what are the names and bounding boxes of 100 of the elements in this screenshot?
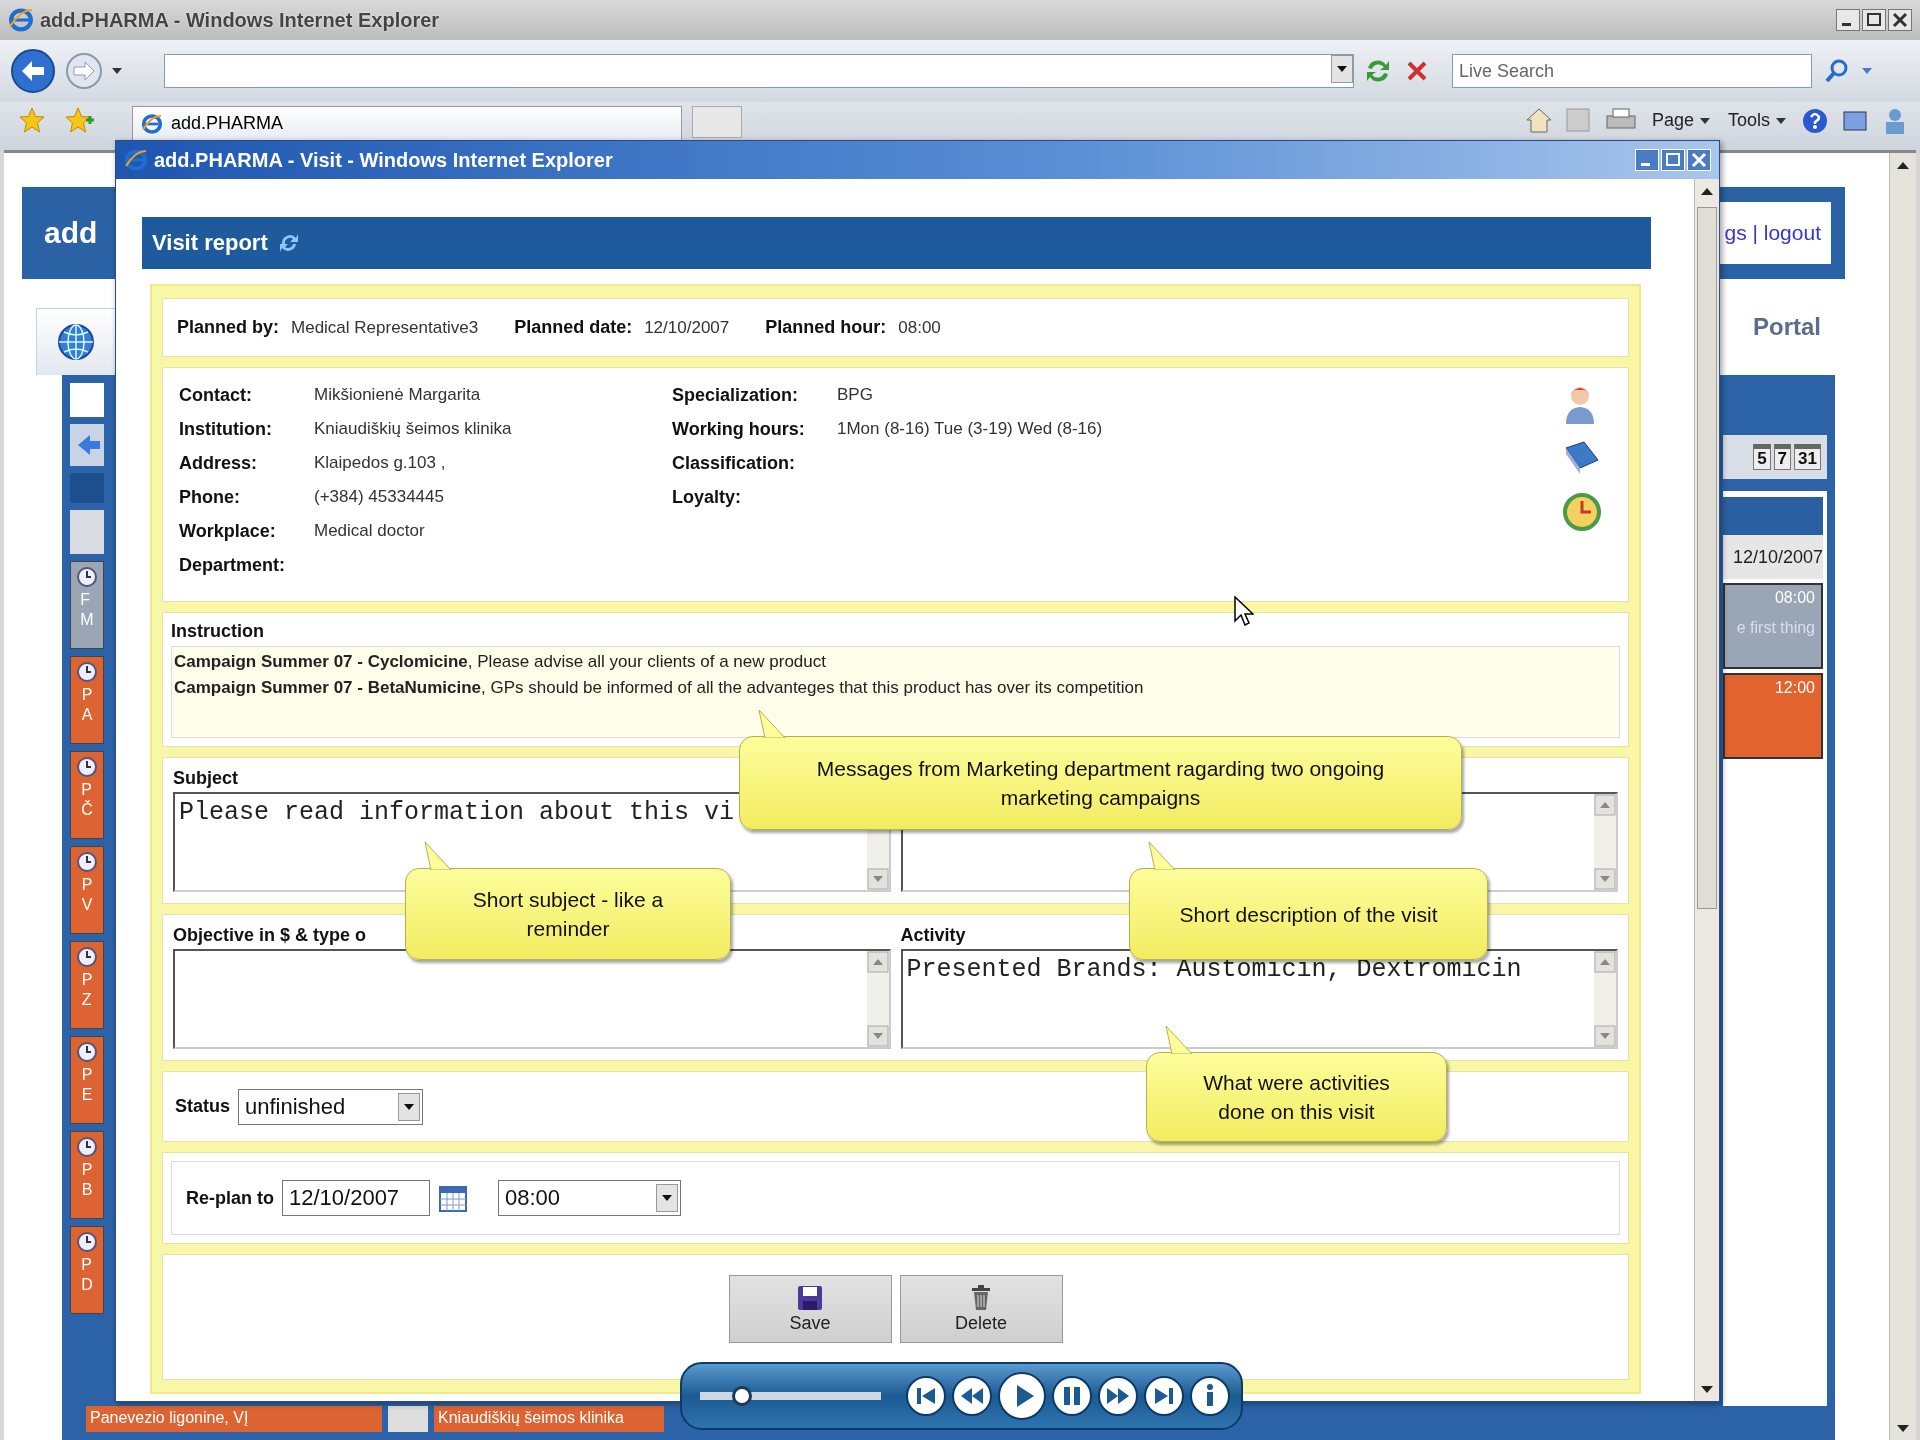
field-label: Specialization: (672, 384, 800, 406)
scrollbar[interactable] (1594, 951, 1616, 1047)
field-label: Loyalty: (672, 486, 742, 508)
visit-entry[interactable]: P Č (70, 751, 104, 839)
field-label: Status (175, 1096, 230, 1117)
rewind-icon[interactable] (951, 1375, 993, 1417)
activity-field[interactable]: Presented Brands: Austomicin, Dextromicin (900, 949, 1618, 1049)
objective-field[interactable] (173, 949, 891, 1049)
visit-entry[interactable]: P D (70, 1226, 104, 1314)
browser-tab[interactable]: add.PHARMA (132, 106, 682, 140)
close-button[interactable] (1888, 9, 1912, 31)
callout-pointer (757, 710, 787, 738)
field-label: Contact: (179, 384, 253, 406)
input-field[interactable] (70, 383, 104, 417)
field-label: Planned hour: (765, 317, 887, 338)
field-label: Re-plan to (186, 1187, 274, 1209)
field-label: Institution: (179, 418, 273, 440)
field-label: Working hours: (672, 418, 806, 440)
back-arrow-icon[interactable] (76, 433, 100, 457)
slider-thumb[interactable] (732, 1386, 753, 1406)
column-header (70, 510, 104, 554)
scroll-thumb[interactable] (1697, 207, 1717, 909)
clock-icon[interactable] (1562, 492, 1602, 532)
field-label: Phone: (179, 486, 241, 508)
visit-entry[interactable]: Kniaudiškių šeimos klinika (434, 1406, 664, 1432)
fast-forward-icon[interactable] (1097, 1375, 1139, 1417)
callout-pointer (1147, 842, 1177, 870)
clock-icon (76, 1136, 98, 1158)
favorites-star-icon[interactable] (18, 106, 46, 134)
status-dropdown[interactable]: unfinished (238, 1088, 423, 1125)
pause-icon[interactable] (1051, 1375, 1093, 1417)
field-value: 08:00 (898, 317, 941, 338)
clock-icon (76, 946, 98, 968)
instruction-text: Campaign Summer 07 - BetaNumicine, GPs should be informed of all the advanteges that this product has over its competition (174, 677, 1145, 699)
field-label: Department: (179, 554, 286, 576)
field-label: Activity (900, 924, 966, 946)
visit-entry[interactable]: Panevezio ligonine, VĮ (86, 1406, 382, 1432)
browser-logo-icon (124, 148, 148, 172)
clock-icon (76, 661, 98, 683)
portal-title: Portal (1753, 313, 1821, 341)
callout-tooltip: What were activities done on this visit (1146, 1026, 1447, 1142)
field-value: Medical Representative3 (291, 317, 479, 338)
field-value: BPG (837, 384, 874, 406)
caret-icon (1699, 117, 1710, 124)
menu-button[interactable]: Tools (1723, 106, 1790, 135)
clock-icon (76, 1041, 98, 1063)
trash-icon (970, 1284, 992, 1311)
menu-button[interactable]: Page (1647, 106, 1714, 135)
calendar-button[interactable]: 5 (1753, 444, 1771, 470)
back-button[interactable] (10, 48, 56, 94)
maximize-button[interactable] (1862, 9, 1886, 31)
scrollbar[interactable] (1594, 794, 1616, 890)
browser-logo-icon (141, 112, 163, 135)
scrollbar[interactable] (1889, 153, 1916, 1440)
delete-button[interactable]: Delete (899, 1275, 1063, 1343)
forward-button[interactable] (64, 51, 104, 91)
scrollbar[interactable] (1694, 179, 1719, 1401)
visit-entry[interactable]: P E (70, 1036, 104, 1124)
scrollbar[interactable] (866, 951, 889, 1047)
time-dropdown[interactable]: 08:00 (498, 1180, 681, 1216)
date-heading: 12/10/2007 (1723, 535, 1823, 579)
calendar-icon[interactable] (438, 1183, 468, 1213)
field-value: Kniaudiškių šeimos klinika (314, 418, 513, 440)
dropdown-button[interactable] (1331, 55, 1353, 83)
play-icon[interactable] (997, 1371, 1047, 1421)
visit-entry[interactable]: P V (70, 846, 104, 934)
field-value: (+384) 45334445 (314, 486, 445, 508)
field-label: Objective in $ & type o (173, 924, 367, 946)
visit-entry[interactable]: P A (70, 656, 104, 744)
section-label: Instruction (171, 621, 265, 642)
clock-icon (76, 851, 98, 873)
calendar-button[interactable]: 7 (1773, 444, 1792, 470)
field-value: Medical doctor (314, 520, 426, 542)
dropdown-button[interactable] (656, 1184, 678, 1212)
search-field[interactable]: Live Search (1452, 54, 1812, 88)
calendar-button[interactable]: 31 (1794, 444, 1821, 470)
save-button[interactable]: Save (728, 1275, 892, 1343)
visit-entry[interactable]: P B (70, 1131, 104, 1219)
date-field[interactable]: 12/10/2007 (282, 1180, 430, 1216)
visit-entry[interactable]: P Z (70, 941, 104, 1029)
column-header (70, 473, 104, 503)
field-label: Address: (179, 452, 259, 474)
dropdown-button[interactable] (398, 1092, 420, 1121)
field-value: Mikšionienė Margarita (314, 384, 482, 406)
globe-icon (56, 322, 96, 362)
portal-tab[interactable] (36, 308, 116, 375)
help-icon[interactable] (1800, 106, 1830, 136)
caret-icon (112, 68, 122, 74)
field-value: 12/10/2007 (644, 317, 730, 338)
skip-forward-icon[interactable] (1143, 1375, 1185, 1417)
minimize-button[interactable] (1836, 9, 1860, 31)
add-favorite-icon[interactable] (64, 106, 94, 134)
info-icon[interactable] (1189, 1375, 1231, 1417)
skip-back-icon[interactable] (905, 1375, 947, 1417)
callout-tooltip: Short description of the visit (1129, 842, 1488, 960)
clock-icon (76, 756, 98, 778)
callout-pointer (423, 842, 453, 870)
clock-icon (76, 566, 98, 588)
address-field[interactable] (164, 54, 1354, 88)
refresh-icon[interactable] (277, 232, 300, 254)
